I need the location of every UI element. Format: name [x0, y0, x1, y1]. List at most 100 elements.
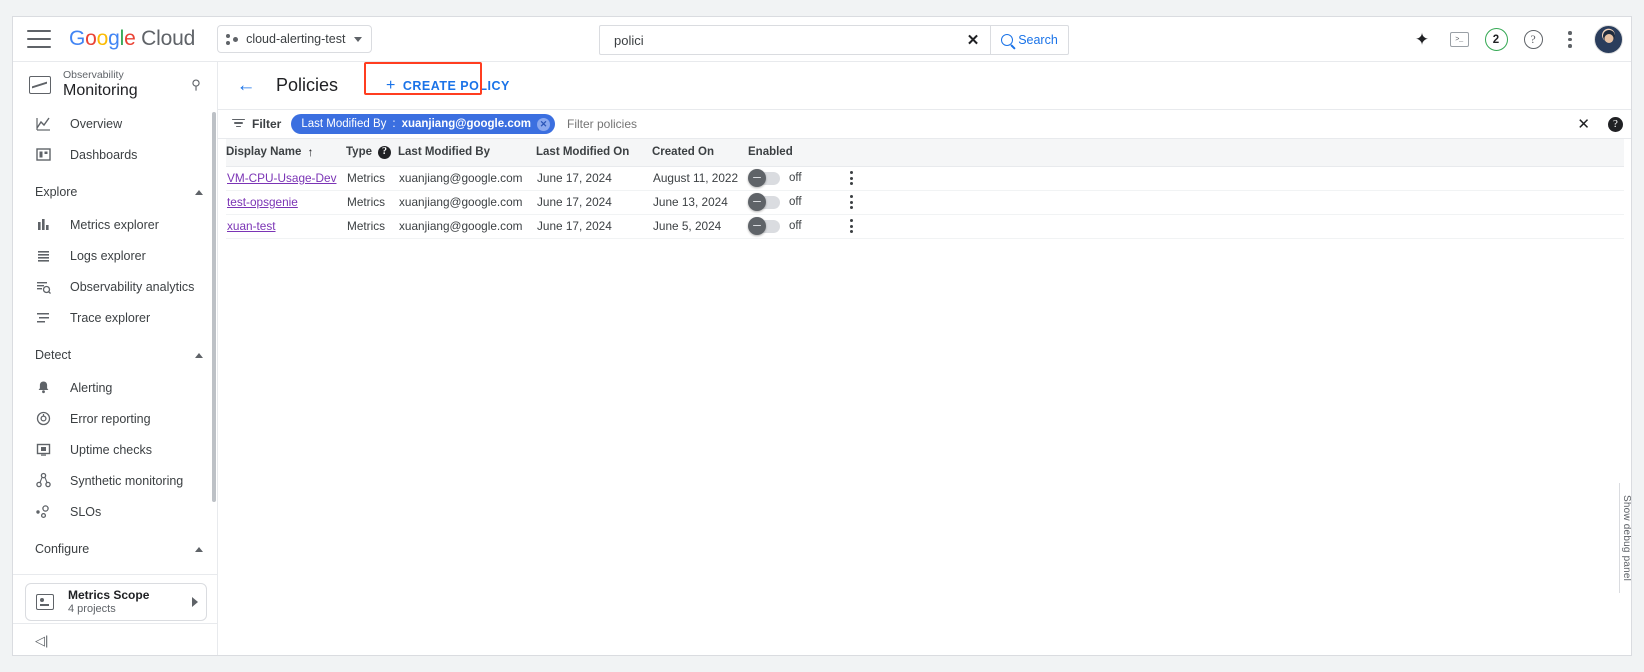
sidebar-item-label: Metrics explorer — [70, 217, 159, 232]
cell-last-modified-on: June 17, 2024 — [536, 214, 652, 239]
sidebar-item-logs-explorer[interactable]: Logs explorer — [13, 240, 217, 271]
table-header: Display Name ↑ Type ? Last Modified By L… — [226, 139, 1624, 167]
gemini-sparkle-icon[interactable]: ✦ — [1405, 23, 1439, 57]
sidebar: Observability Monitoring ⚲ Overview Dash… — [13, 62, 218, 655]
table-row[interactable]: xuan-test Metrics xuanjiang@google.com J… — [226, 214, 1624, 239]
sparkle-glyph: ✦ — [1414, 30, 1430, 49]
type-help-icon[interactable]: ? — [378, 145, 391, 159]
help-glyph: ? — [1523, 30, 1543, 49]
more-options-icon[interactable] — [1553, 23, 1587, 57]
chevron-right-icon — [192, 597, 198, 607]
metrics-scope-title: Metrics Scope — [68, 588, 150, 603]
product-subtitle: Observability — [63, 68, 124, 81]
create-policy-label: CREATE POLICY — [402, 78, 510, 93]
sidebar-scrollbar[interactable] — [212, 112, 216, 502]
sidebar-item-uptime-checks[interactable]: Uptime checks — [13, 434, 217, 465]
toggle-knob — [748, 192, 766, 211]
show-debug-panel-tab[interactable]: Show debug panel — [1619, 483, 1631, 593]
sidebar-item-observability-analytics[interactable]: Observability analytics — [13, 271, 217, 302]
project-selector[interactable]: cloud-alerting-test — [217, 25, 373, 53]
sidebar-item-overview[interactable]: Overview — [13, 108, 217, 139]
column-last-modified-by[interactable]: Last Modified By — [398, 139, 536, 167]
search-input-wrapper[interactable]: ✕ — [599, 25, 991, 55]
cell-type: Metrics — [346, 166, 398, 191]
filter-policies-input[interactable] — [564, 116, 1568, 132]
sidebar-item-dashboards[interactable]: Dashboards — [13, 139, 217, 170]
sidebar-section-configure[interactable]: Configure — [13, 532, 217, 566]
cell-enabled: off — [748, 190, 842, 215]
sidebar-item-metrics-scope[interactable]: Metrics Scope 4 projects — [25, 583, 207, 621]
enabled-state-label: off — [789, 172, 802, 184]
sidebar-item-metrics-explorer[interactable]: Metrics explorer — [13, 209, 217, 240]
avatar[interactable] — [1594, 25, 1623, 54]
enabled-toggle[interactable] — [748, 216, 780, 235]
column-enabled[interactable]: Enabled — [748, 139, 842, 167]
close-icon[interactable]: ✕ — [1577, 117, 1590, 132]
policy-link[interactable]: test-opsgenie — [227, 195, 298, 209]
terminal-glyph: >_ — [1449, 32, 1469, 47]
error-circle-icon — [35, 410, 52, 427]
sidebar-item-slos[interactable]: SLOs — [13, 496, 217, 527]
filter-help-icon[interactable]: ? — [1608, 116, 1623, 132]
create-policy-button[interactable]: + CREATE POLICY — [376, 70, 520, 101]
table-row[interactable]: VM-CPU-Usage-Dev Metrics xuanjiang@googl… — [226, 166, 1624, 191]
top-header-bar: Google Cloud cloud-alerting-test ✕ Searc… — [13, 17, 1631, 62]
notifications-badge[interactable]: 2 — [1479, 23, 1513, 57]
collapse-sidebar-button[interactable]: ◁| — [13, 623, 217, 655]
enabled-toggle[interactable] — [748, 192, 780, 211]
cell-actions — [842, 190, 1624, 215]
filter-bar-actions: ✕ ? — [1577, 116, 1623, 132]
cell-type: Metrics — [346, 190, 398, 215]
cloud-shell-terminal-icon[interactable]: >_ — [1442, 23, 1476, 57]
column-actions — [842, 139, 1624, 167]
row-menu-icon[interactable] — [843, 171, 859, 185]
cell-created-on: June 13, 2024 — [652, 190, 748, 215]
column-created-on[interactable]: Created On — [652, 139, 748, 167]
sidebar-item-error-reporting[interactable]: Error reporting — [13, 403, 217, 434]
sidebar-item-synthetic-monitoring[interactable]: Synthetic monitoring — [13, 465, 217, 496]
column-type[interactable]: Type ? — [346, 139, 398, 167]
sidebar-item-alerting[interactable]: Alerting — [13, 372, 217, 403]
column-last-modified-on[interactable]: Last Modified On — [536, 139, 652, 167]
policy-link[interactable]: xuan-test — [227, 219, 276, 233]
hamburger-icon[interactable] — [27, 30, 51, 48]
pin-icon[interactable]: ⚲ — [185, 74, 207, 96]
chevron-down-icon — [354, 36, 363, 42]
filter-chip-separator: : — [392, 118, 396, 130]
search-button[interactable]: Search — [991, 25, 1069, 55]
product-title: Monitoring — [63, 82, 138, 100]
filter-button[interactable]: Filter — [232, 117, 281, 131]
create-policy-wrapper: + CREATE POLICY — [364, 61, 520, 101]
logo-letter: o — [96, 27, 109, 50]
enabled-toggle[interactable] — [748, 168, 780, 187]
policies-table: Display Name ↑ Type ? Last Modified By L… — [226, 139, 1624, 239]
sidebar-item-trace-explorer[interactable]: Trace explorer — [13, 302, 217, 333]
main-content: ← Policies + CREATE POLICY Filter Last M… — [218, 61, 1631, 655]
back-button[interactable]: ← — [230, 70, 262, 102]
clear-search-icon[interactable]: ✕ — [962, 29, 984, 51]
sidebar-section-explore[interactable]: Explore — [13, 175, 217, 209]
help-icon[interactable]: ? — [1516, 23, 1550, 57]
table-row[interactable]: test-opsgenie Metrics xuanjiang@google.c… — [226, 190, 1624, 215]
sidebar-section-detect[interactable]: Detect — [13, 338, 217, 372]
chip-remove-icon[interactable]: ✕ — [536, 117, 550, 131]
row-menu-icon[interactable] — [843, 195, 859, 209]
sidebar-item-label: Alerting — [70, 380, 113, 395]
analytics-search-icon — [35, 278, 52, 295]
sort-ascending-icon: ↑ — [307, 145, 314, 160]
chevron-up-icon — [195, 352, 203, 358]
google-cloud-logo[interactable]: Google Cloud — [69, 27, 195, 51]
bell-icon — [35, 379, 52, 396]
column-label: Created On — [652, 146, 714, 159]
cell-last-modified-by: xuanjiang@google.com — [398, 214, 536, 239]
column-display-name[interactable]: Display Name ↑ — [226, 139, 346, 167]
row-menu-icon[interactable] — [843, 219, 859, 233]
chevron-up-icon — [195, 189, 203, 195]
search-input[interactable] — [612, 31, 962, 49]
project-dots-icon — [226, 33, 239, 46]
sidebar-item-label: Logs explorer — [70, 248, 146, 263]
cell-actions — [842, 214, 1624, 239]
policy-link[interactable]: VM-CPU-Usage-Dev — [227, 171, 336, 185]
app-page: Google Cloud cloud-alerting-test ✕ Searc… — [12, 16, 1632, 656]
filter-chip[interactable]: Last Modified By : xuanjiang@google.com … — [291, 114, 555, 134]
